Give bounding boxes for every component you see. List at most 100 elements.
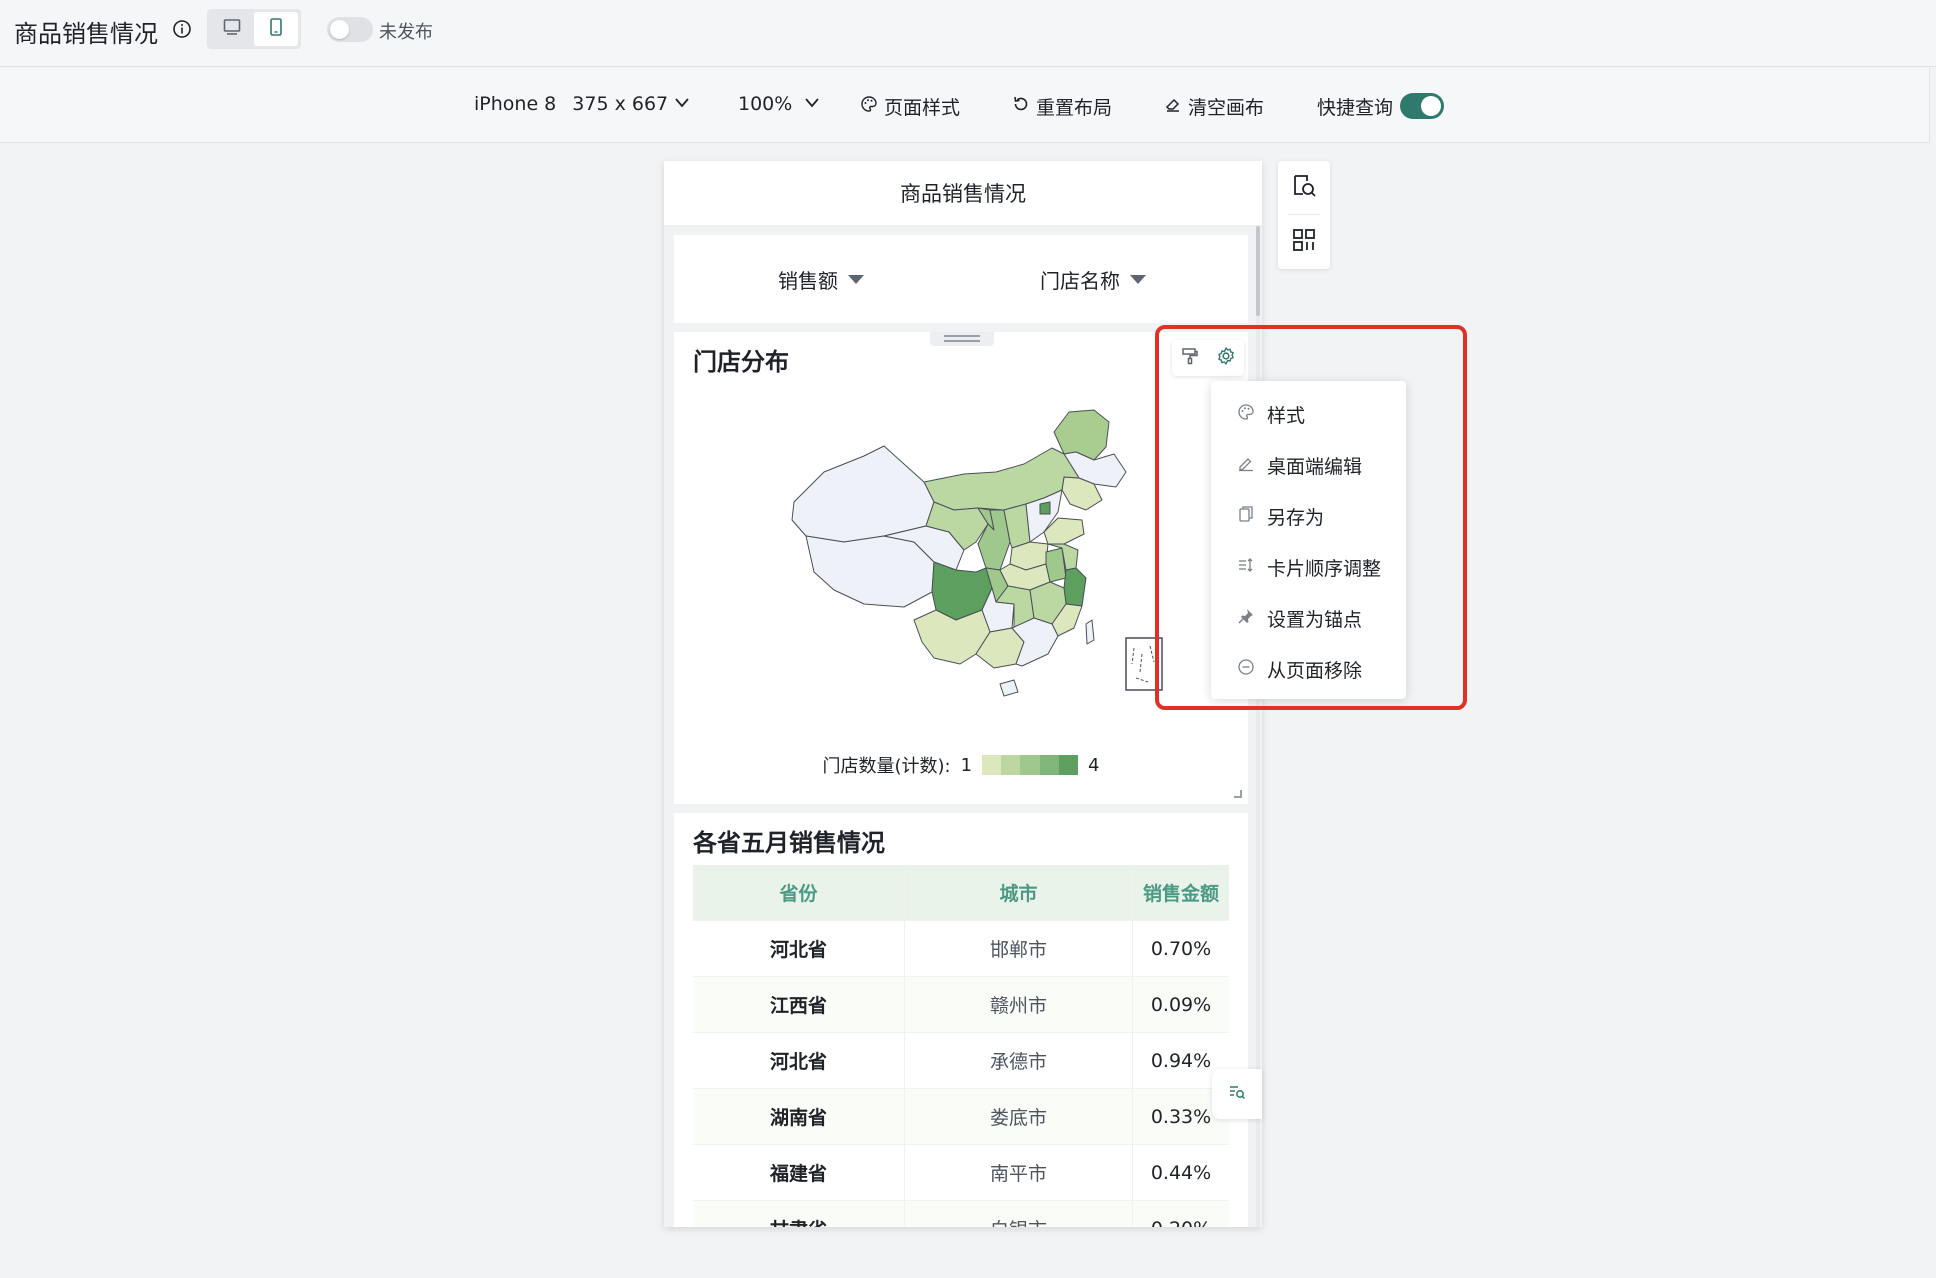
reset-layout-label: 重置布局 xyxy=(1036,97,1113,119)
caret-down-icon xyxy=(848,275,864,284)
zoom-select[interactable]: 100% xyxy=(738,93,820,115)
column-header-city[interactable]: 城市 xyxy=(905,865,1133,920)
legend-swatch-4 xyxy=(1039,755,1059,775)
page-style-button[interactable]: 页面样式 xyxy=(860,93,960,120)
eraser-icon xyxy=(1164,95,1182,118)
chevron-down-icon xyxy=(804,93,820,115)
resolution-label: 375 x 667 xyxy=(572,93,669,115)
top-bar: 商品销售情况 未发布 xyxy=(0,0,1936,67)
cell-sales: 0.20% xyxy=(1133,1201,1229,1228)
device-select[interactable]: iPhone 8 375 x 667 xyxy=(474,93,690,115)
menu-item-save-as[interactable]: 另存为 xyxy=(1211,491,1406,542)
preview-button[interactable] xyxy=(1278,161,1330,215)
mobile-view-button[interactable] xyxy=(254,12,298,46)
cell-province: 河北省 xyxy=(693,1033,905,1088)
mobile-canvas: 商品销售情况 销售额 门店名称 门店分布 门店数量(计数): 1 4 各省五月销… xyxy=(664,161,1262,1227)
publish-toggle[interactable] xyxy=(327,17,373,42)
menu-item-label: 桌面端编辑 xyxy=(1267,456,1363,478)
device-switch xyxy=(207,9,301,49)
side-tools xyxy=(1278,161,1330,269)
clear-canvas-label: 清空画布 xyxy=(1188,97,1265,119)
filter-label: 销售额 xyxy=(778,269,838,293)
palette-icon xyxy=(860,95,878,118)
cell-city: 承德市 xyxy=(905,1033,1133,1088)
legend-swatch-5 xyxy=(1058,755,1079,775)
scrollbar-thumb[interactable] xyxy=(1256,226,1260,316)
qr-code-icon xyxy=(1291,227,1317,257)
qr-code-button[interactable] xyxy=(1278,215,1330,269)
china-choropleth-map[interactable] xyxy=(764,392,1164,722)
paint-roller-icon xyxy=(1180,346,1200,370)
menu-item-desktop-edit[interactable]: 桌面端编辑 xyxy=(1211,440,1406,491)
column-header-sales[interactable]: 销售金额 xyxy=(1133,865,1229,920)
menu-item-label: 从页面移除 xyxy=(1267,660,1363,682)
menu-item-label: 卡片顺序调整 xyxy=(1267,558,1382,580)
sort-icon xyxy=(1237,556,1255,579)
table-row: 河北省 承德市 0.94% xyxy=(693,1033,1229,1089)
sales-table: 省份 城市 销售金额 河北省 邯郸市 0.70% 江西省 赣州市 0.09% 河… xyxy=(693,865,1229,1227)
quick-query-float-button[interactable] xyxy=(1212,1069,1262,1119)
table-row: 河北省 邯郸市 0.70% xyxy=(693,921,1229,977)
toolbar: iPhone 8 375 x 667 100% 页面样式 重置布局 清空画布 快… xyxy=(0,68,1930,143)
filter-sales[interactable]: 销售额 xyxy=(778,265,864,294)
gear-icon xyxy=(1216,346,1236,370)
region-heilongjiang xyxy=(1053,409,1110,461)
map-card[interactable]: 门店分布 门店数量(计数): 1 4 xyxy=(674,332,1248,804)
region-taiwan xyxy=(1085,619,1095,645)
cell-sales: 0.09% xyxy=(1150,993,1212,1016)
quick-query-label: 快捷查询 xyxy=(1317,97,1394,119)
menu-item-label: 设置为锚点 xyxy=(1267,609,1363,631)
cell-province: 甘肃省 xyxy=(693,1201,905,1227)
table-header-row: 省份 城市 销售金额 xyxy=(693,865,1229,921)
south-china-sea-inset xyxy=(1125,637,1163,691)
card-settings-button[interactable] xyxy=(1208,340,1244,376)
chevron-down-icon xyxy=(674,93,690,115)
mobile-page-header: 商品销售情况 xyxy=(664,161,1262,226)
desktop-view-button[interactable] xyxy=(210,12,254,46)
pin-icon xyxy=(1237,607,1255,630)
column-header-province[interactable]: 省份 xyxy=(693,865,905,920)
device-name: iPhone 8 xyxy=(474,93,557,115)
legend-swatch-3 xyxy=(1020,755,1040,775)
map-legend: 门店数量(计数): 1 4 xyxy=(674,752,1248,778)
legend-min: 1 xyxy=(960,754,973,776)
palette-icon xyxy=(1237,403,1255,426)
filter-store-name[interactable]: 门店名称 xyxy=(1040,265,1146,294)
cell-city: 赣州市 xyxy=(905,977,1133,1032)
zoom-value: 100% xyxy=(738,93,793,115)
table-card[interactable]: 各省五月销售情况 省份 城市 销售金额 河北省 邯郸市 0.70% 江西省 赣州… xyxy=(674,813,1248,1227)
cell-province: 湖南省 xyxy=(693,1089,905,1144)
menu-item-remove[interactable]: 从页面移除 xyxy=(1211,644,1406,695)
resize-handle[interactable] xyxy=(1234,790,1242,798)
page-style-label: 页面样式 xyxy=(884,97,961,119)
legend-swatch-1 xyxy=(982,755,1002,775)
info-icon[interactable] xyxy=(172,19,192,39)
cell-city: 南平市 xyxy=(905,1145,1133,1200)
cell-city: 白银市 xyxy=(905,1201,1133,1227)
menu-item-style[interactable]: 样式 xyxy=(1211,389,1406,440)
page-title: 商品销售情况 xyxy=(14,20,158,48)
pencil-icon xyxy=(1237,454,1255,477)
cell-city: 娄底市 xyxy=(905,1089,1133,1144)
table-row: 江西省 赣州市 0.09% xyxy=(693,977,1229,1033)
region-zhejiang xyxy=(1063,567,1087,607)
region-beijing xyxy=(1039,501,1051,515)
quick-query-toggle[interactable] xyxy=(1400,93,1444,119)
publish-status: 未发布 xyxy=(379,22,433,43)
menu-item-set-anchor[interactable]: 设置为锚点 xyxy=(1211,593,1406,644)
menu-item-card-order[interactable]: 卡片顺序调整 xyxy=(1211,542,1406,593)
remove-icon xyxy=(1237,658,1255,681)
cell-province: 江西省 xyxy=(693,977,905,1032)
menu-item-label: 另存为 xyxy=(1267,507,1325,529)
reset-layout-button[interactable]: 重置布局 xyxy=(1012,93,1112,120)
region-tibet xyxy=(805,535,935,608)
drag-handle[interactable] xyxy=(930,332,994,346)
table-row: 湖南省 娄底市 0.33% xyxy=(693,1089,1229,1145)
table-row: 甘肃省 白银市 0.20% xyxy=(693,1201,1229,1227)
copy-icon xyxy=(1237,505,1255,528)
table-card-title: 各省五月销售情况 xyxy=(693,829,885,857)
format-painter-button[interactable] xyxy=(1172,340,1208,376)
clear-canvas-button[interactable]: 清空画布 xyxy=(1164,93,1264,120)
monitor-icon xyxy=(222,17,242,41)
card-context-menu: 样式 桌面端编辑 另存为 卡片顺序调整 设置为锚点 从页面移除 xyxy=(1211,381,1406,699)
